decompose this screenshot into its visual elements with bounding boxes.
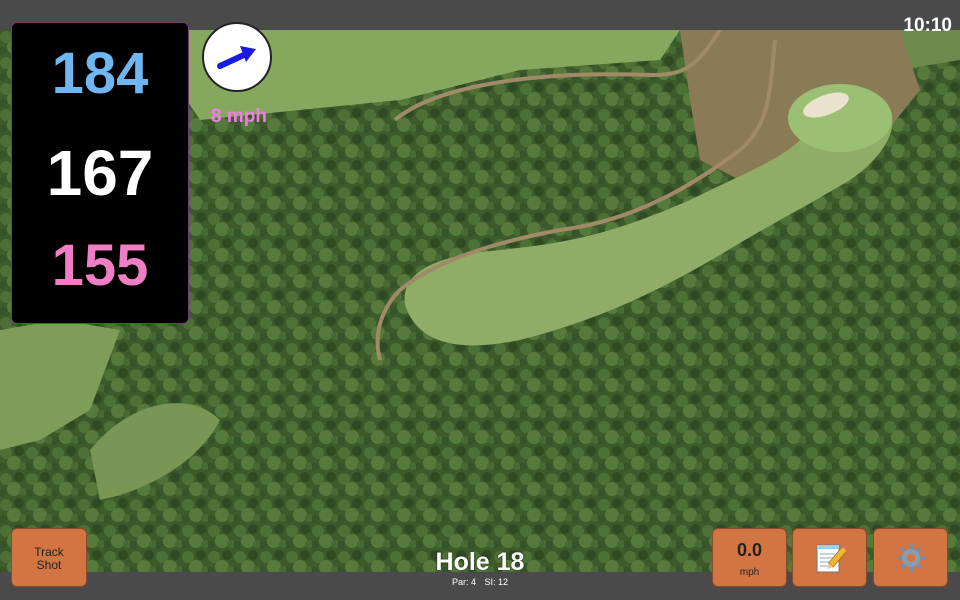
wind-speed-unit: mph <box>739 567 760 578</box>
notepad-pencil-icon <box>816 544 846 572</box>
wind-direction-indicator <box>202 22 272 92</box>
stroke-index-label: SI: 12 <box>484 577 509 587</box>
notes-button[interactable] <box>792 528 867 587</box>
front-of-green-yardage: 155 <box>51 233 149 298</box>
par-label: Par: 4 <box>451 577 476 587</box>
wind-speed-value: 0.0 <box>736 540 763 560</box>
back-of-green-yardage: 184 <box>51 41 149 106</box>
arrow-up-right-icon <box>217 46 256 69</box>
wind-speed-label: 8 mph <box>211 106 267 127</box>
yardage-panel: 184 167 155 <box>11 22 189 324</box>
center-of-green-yardage: 167 <box>46 137 154 209</box>
gear-icon <box>896 543 925 572</box>
hole-title: Hole 18 <box>435 548 525 576</box>
track-shot-button[interactable]: Track Shot <box>11 528 87 587</box>
track-shot-label-line2: Shot <box>36 558 62 572</box>
settings-button[interactable] <box>873 528 948 587</box>
wind-speed-button[interactable]: 0.0 mph <box>712 528 787 587</box>
golf-gps-screen: 10:10 184 167 155 8 mph Track Shot Hole … <box>0 0 960 600</box>
hole-info: Par: 4 SI: 12 <box>380 577 580 587</box>
clock: 10:10 <box>903 15 952 36</box>
